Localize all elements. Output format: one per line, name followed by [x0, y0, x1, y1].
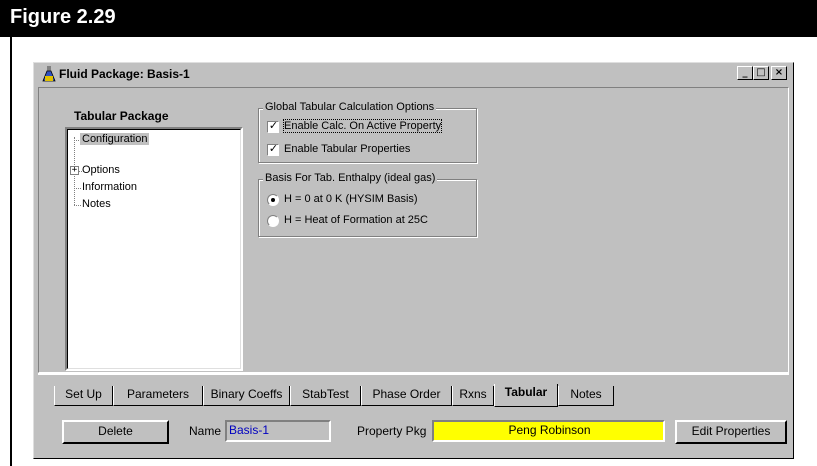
edit-properties-button[interactable]: Edit Properties [675, 420, 787, 444]
enthalpy-basis-group: Basis For Tab. Enthalpy (ideal gas) H = … [258, 172, 477, 237]
plus-box-icon[interactable]: + [70, 166, 79, 175]
enable-tabular-label[interactable]: Enable Tabular Properties [284, 143, 410, 155]
tree-heading: Tabular Package [74, 109, 169, 123]
tree-item-information[interactable]: Information [82, 181, 137, 193]
radio-selected-dot [271, 198, 275, 202]
enthalpy-basis-title: Basis For Tab. Enthalpy (ideal gas) [263, 172, 438, 184]
figure-header: Figure 2.29 [0, 0, 817, 37]
tree-view[interactable]: Configuration + Options Information Note… [65, 127, 243, 371]
check-icon: ✓ [268, 119, 279, 132]
fluid-package-window: Fluid Package: Basis-1 _ □ × Tabular Pac… [33, 62, 794, 459]
maximize-button[interactable]: □ [753, 66, 769, 80]
enable-calc-checkbox[interactable]: ✓ [267, 119, 279, 133]
tab-parameters[interactable]: Parameters [113, 386, 203, 406]
tab-setup[interactable]: Set Up [54, 386, 113, 406]
tab-strip-line [38, 373, 789, 375]
minimize-button[interactable]: _ [737, 66, 753, 80]
radio-heat-of-formation-label[interactable]: H = Heat of Formation at 25C [284, 214, 428, 226]
radio-hysim-basis-label[interactable]: H = 0 at 0 K (HYSIM Basis) [284, 193, 418, 205]
enable-calc-label[interactable]: Enable Calc. On Active Property [282, 119, 443, 133]
tab-notes[interactable]: Notes [558, 386, 614, 406]
tab-tabular[interactable]: Tabular [494, 384, 558, 407]
tab-stabtest[interactable]: StabTest [290, 386, 361, 406]
tab-binary-coeffs[interactable]: Binary Coeffs [203, 386, 290, 406]
global-options-title: Global Tabular Calculation Options [263, 101, 437, 113]
close-button[interactable]: × [771, 66, 787, 80]
radio-heat-of-formation[interactable] [267, 215, 279, 227]
radio-hysim-basis[interactable] [267, 194, 279, 206]
title-bar[interactable]: Fluid Package: Basis-1 _ □ × [36, 65, 791, 84]
enable-tabular-checkbox[interactable]: ✓ [267, 142, 279, 156]
property-pkg-label: Property Pkg [357, 424, 427, 438]
tree-connector [74, 188, 81, 189]
tab-phase-order[interactable]: Phase Order [361, 386, 452, 406]
global-options-group: Global Tabular Calculation Options ✓ Ena… [258, 101, 477, 163]
tree-view-inner: Configuration + Options Information Note… [67, 129, 241, 369]
figure-title: Figure 2.29 [10, 6, 116, 28]
property-pkg-field[interactable]: Peng Robinson [432, 420, 665, 442]
tree-item-options[interactable]: Options [82, 164, 120, 176]
tab-rxns[interactable]: Rxns [452, 386, 494, 406]
tree-item-notes[interactable]: Notes [82, 198, 111, 210]
window-title: Fluid Package: Basis-1 [59, 67, 190, 81]
name-label: Name [189, 424, 222, 438]
flask-icon [42, 66, 56, 82]
delete-button[interactable]: Delete [62, 420, 169, 444]
figure-frame-line [10, 37, 12, 466]
tree-item-configuration[interactable]: Configuration [80, 133, 150, 145]
tree-connector [74, 205, 81, 206]
name-field[interactable]: Basis-1 [225, 420, 331, 442]
tab-content-panel: Tabular Package Configuration + Options … [38, 87, 789, 373]
check-icon: ✓ [268, 142, 279, 155]
